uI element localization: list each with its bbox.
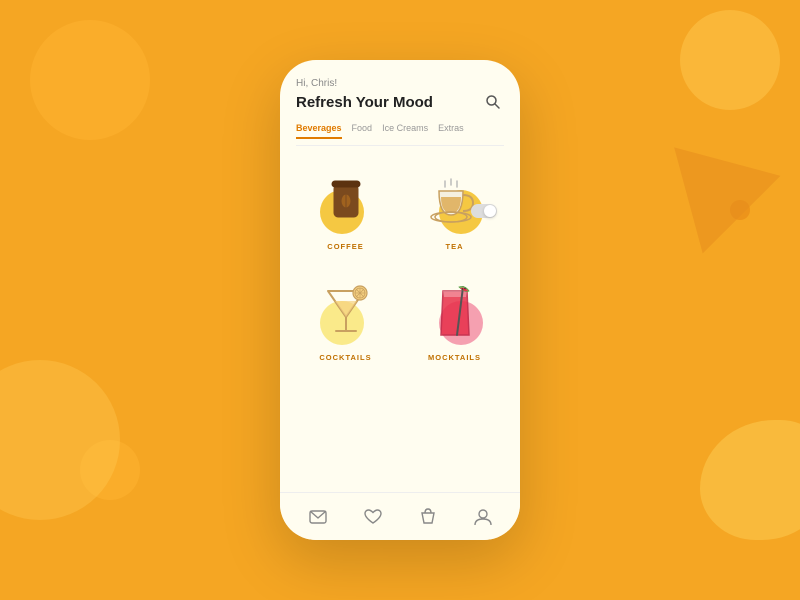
tab-beverages[interactable]: Beverages	[296, 123, 342, 139]
cocktails-label: COCKTAILS	[319, 353, 371, 362]
tea-label: TEA	[446, 242, 464, 251]
tea-toggle[interactable]	[471, 204, 497, 218]
beverage-grid: COFFEE	[296, 158, 504, 370]
bg-circle-top-left	[30, 20, 150, 140]
coffee-label: COFFEE	[327, 242, 363, 251]
coffee-icon	[324, 175, 368, 229]
page-title: Refresh Your Mood	[296, 94, 433, 111]
toggle-knob	[484, 205, 496, 217]
coffee-item[interactable]: COFFEE	[296, 158, 395, 259]
coffee-icon-wrap	[312, 168, 380, 236]
tea-icon	[429, 177, 481, 227]
heart-icon	[364, 509, 382, 525]
title-row: Refresh Your Mood	[296, 91, 504, 113]
mocktails-icon-wrap	[421, 279, 489, 347]
bg-circle-top-right	[680, 10, 780, 110]
search-icon	[485, 94, 501, 110]
tab-food[interactable]: Food	[352, 123, 373, 139]
tea-icon-wrap	[421, 168, 489, 236]
bottom-navigation	[280, 492, 520, 540]
cocktails-item[interactable]: COCKTAILS	[296, 269, 395, 370]
cocktails-icon-wrap	[312, 279, 380, 347]
tab-extras[interactable]: Extras	[438, 123, 464, 139]
cart-nav-button[interactable]	[416, 505, 440, 529]
mocktails-label: MOCKTAILS	[428, 353, 481, 362]
mail-nav-button[interactable]	[306, 505, 330, 529]
bg-triangle	[650, 147, 781, 267]
phone-shell: Hi, Chris! Refresh Your Mood Beverages F…	[280, 60, 520, 540]
mail-icon	[309, 510, 327, 524]
favorites-nav-button[interactable]	[361, 505, 385, 529]
profile-nav-button[interactable]	[471, 505, 495, 529]
phone-content: Hi, Chris! Refresh Your Mood Beverages F…	[280, 60, 520, 492]
tab-bar: Beverages Food Ice Creams Extras	[296, 123, 504, 146]
tea-item[interactable]: TEA	[405, 158, 504, 259]
bag-icon	[419, 508, 437, 526]
cocktail-icon	[320, 285, 372, 341]
search-button[interactable]	[482, 91, 504, 113]
tab-ice-creams[interactable]: Ice Creams	[382, 123, 428, 139]
bg-blob-right	[700, 420, 800, 540]
mocktails-item[interactable]: MOCKTAILS	[405, 269, 504, 370]
greeting-text: Hi, Chris!	[296, 78, 504, 89]
user-icon	[474, 508, 492, 526]
mocktail-icon	[429, 283, 481, 343]
